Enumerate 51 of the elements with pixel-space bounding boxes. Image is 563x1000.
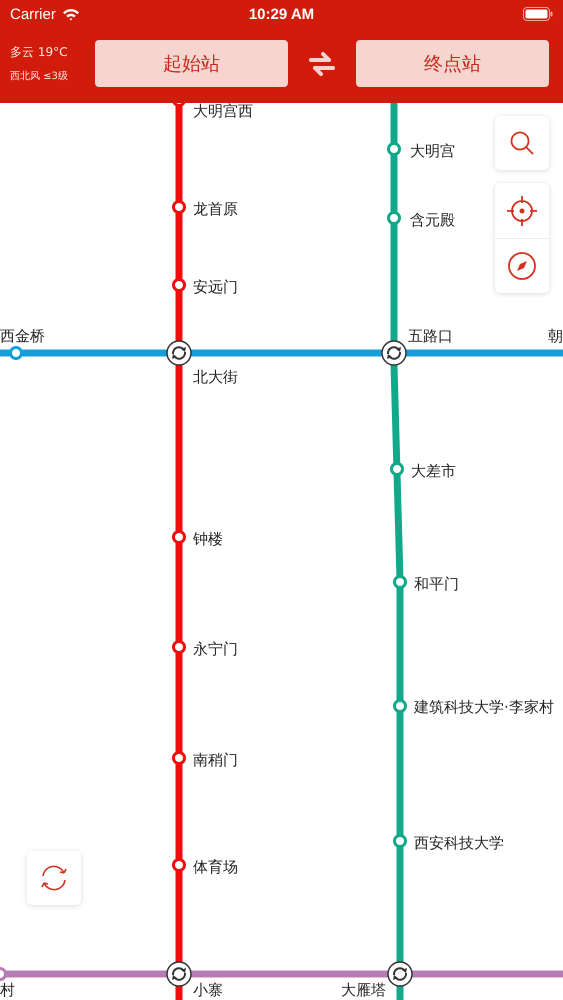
station-dot[interactable] (172, 640, 186, 654)
compass-icon (507, 251, 537, 281)
station-label[interactable]: 朝 (548, 327, 563, 345)
refresh-button[interactable] (27, 851, 81, 905)
station-label[interactable]: 钟楼 (193, 530, 223, 548)
station-dot[interactable] (390, 462, 404, 476)
search-button[interactable] (495, 116, 549, 170)
station-dot[interactable] (172, 200, 186, 214)
crosshair-icon (506, 194, 538, 226)
station-label[interactable]: 大差市 (411, 462, 456, 480)
wind-text: 西北风 ≤3级 (10, 70, 69, 83)
station-label[interactable]: 含元殿 (410, 211, 455, 229)
station-label[interactable]: 大明宫 (410, 142, 455, 160)
station-label[interactable]: 西金桥 (0, 327, 45, 345)
transfer-icon[interactable] (166, 961, 192, 987)
end-station-button[interactable]: 终点站 (356, 40, 549, 87)
station-label[interactable]: 永宁门 (193, 640, 238, 658)
station-dot[interactable] (387, 211, 401, 225)
station-dot[interactable] (393, 699, 407, 713)
station-label[interactable]: 西安科技大学 (414, 834, 504, 852)
station-dot[interactable] (393, 834, 407, 848)
status-time: 10:29 AM (248, 6, 314, 22)
start-station-button[interactable]: 起始站 (95, 40, 288, 87)
station-label[interactable]: 小寨 (193, 981, 223, 999)
station-label[interactable]: 大明宫西 (193, 103, 253, 120)
station-label[interactable]: 北大街 (193, 368, 238, 386)
station-label[interactable]: 和平门 (414, 575, 459, 593)
station-dot[interactable] (172, 278, 186, 292)
transfer-icon[interactable] (166, 340, 192, 366)
station-label[interactable]: 安远门 (193, 278, 238, 296)
station-dot[interactable] (172, 858, 186, 872)
station-label[interactable]: 体育场 (193, 858, 238, 876)
carrier-name: Carrier (10, 6, 56, 22)
station-dot[interactable] (172, 751, 186, 765)
swap-icon[interactable] (307, 50, 337, 76)
search-icon (509, 130, 535, 156)
station-label[interactable]: 建筑科技大学·李家村 (414, 698, 554, 716)
wifi-icon (62, 8, 80, 20)
station-label[interactable]: 村 (0, 981, 15, 999)
battery-icon (523, 7, 553, 21)
transfer-icon[interactable] (381, 340, 407, 366)
transfer-icon[interactable] (387, 961, 413, 987)
station-label[interactable]: 大雁塔 (341, 981, 386, 999)
station-dot[interactable] (9, 346, 23, 360)
station-dot[interactable] (393, 575, 407, 589)
station-label[interactable]: 龙首原 (193, 200, 238, 218)
station-label[interactable]: 五路口 (408, 327, 453, 345)
station-dot[interactable] (172, 530, 186, 544)
station-dot[interactable] (387, 142, 401, 156)
weather-text: 多云 19°C (10, 44, 68, 61)
station-label[interactable]: 南稍门 (193, 751, 238, 769)
